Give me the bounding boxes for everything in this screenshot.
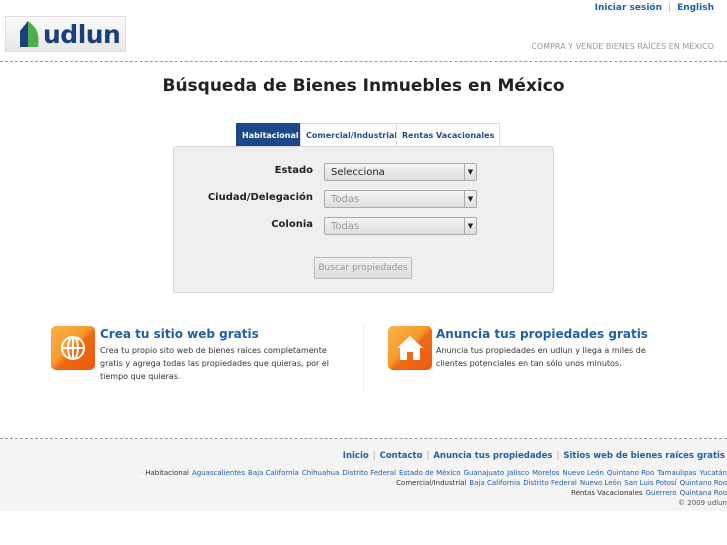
- ciudad-value: Todas: [331, 194, 360, 205]
- footer-link-contacto[interactable]: Contacto: [380, 451, 423, 461]
- footer-state-link[interactable]: Baja California: [248, 469, 299, 477]
- footer-state-link[interactable]: Morelos: [532, 469, 559, 477]
- top-links: Iniciar sesión | English: [594, 3, 714, 13]
- promo-divider: [363, 325, 364, 391]
- footer-link-inicio[interactable]: Inicio: [343, 451, 369, 461]
- rentas-label: Rentas Vacacionales: [571, 489, 643, 497]
- footer-state-link[interactable]: Nuevo León: [580, 479, 621, 487]
- footer-link-anuncia[interactable]: Anuncia tus propiedades: [433, 451, 552, 461]
- tab-comercial-industrial[interactable]: Comercial/Industrial: [300, 123, 404, 147]
- estado-select[interactable]: Selecciona ▼: [324, 163, 477, 181]
- footer-links: Inicio | Contacto | Anuncia tus propiedades |…: [342, 451, 725, 461]
- footer-state-link[interactable]: Distrito Federal: [342, 469, 396, 477]
- footer-habitacional-row: · Habitacional Aguascalientes Baja Californ…: [140, 469, 727, 477]
- search-button[interactable]: Buscar propiedades: [314, 257, 412, 279]
- logo-text: udlun: [43, 19, 121, 49]
- footer-state-link[interactable]: Quintano Roo: [680, 479, 727, 487]
- logo-house-icon: [20, 21, 39, 47]
- tab-rentas-vacacionales[interactable]: Rentas Vacacionales: [396, 123, 501, 147]
- estado-value: Selecciona: [331, 167, 385, 178]
- footer-state-link[interactable]: Quintano Roo: [607, 469, 654, 477]
- ciudad-label: Ciudad/Delegación: [207, 192, 313, 203]
- footer-state-link[interactable]: Estado de México: [399, 469, 460, 477]
- footer-state-link[interactable]: Guerrero: [646, 489, 677, 497]
- footer-state-link[interactable]: San Luis Potosí: [624, 479, 676, 487]
- chevron-down-icon: ▼: [464, 218, 476, 234]
- footer-link-sitios[interactable]: Sitios web de bienes raíces gratis: [563, 451, 725, 461]
- chevron-down-icon: ▼: [464, 191, 476, 207]
- footer-state-link[interactable]: Nuevo León: [562, 469, 603, 477]
- colonia-label: Colonia: [271, 219, 313, 230]
- promo-website-desc: Crea tu propio sito web de bienes raices…: [100, 346, 330, 381]
- login-link[interactable]: Iniciar sesión: [595, 3, 662, 13]
- footer-comercial-row: · Comercial/Industrial Baja California Dist…: [391, 479, 727, 487]
- colonia-value: Todas: [331, 221, 360, 232]
- footer-state-link[interactable]: Chihuahua: [302, 469, 340, 477]
- footer-state-link[interactable]: Quintana Roo: [680, 489, 727, 497]
- footer-state-link[interactable]: Distrito Federal: [523, 479, 577, 487]
- promo-listings-title[interactable]: Anuncia tus propiedades gratis: [436, 327, 648, 341]
- language-link[interactable]: English: [677, 3, 714, 13]
- tab-habitacional[interactable]: Habitacional: [236, 123, 305, 147]
- ciudad-select[interactable]: Todas ▼: [324, 190, 477, 208]
- header-divider: [0, 61, 727, 62]
- footer-rentas-row: · Rentas Vacacionales Guerrero Quintana Roo: [566, 489, 727, 497]
- copyright: © 2009 udlun: [678, 499, 727, 507]
- footer-state-link[interactable]: Guanajuato: [464, 469, 505, 477]
- chevron-down-icon: ▼: [464, 164, 476, 180]
- logo[interactable]: udlun: [5, 16, 126, 52]
- promo-listings-desc: Anuncia tus propiedades en udlun y llega…: [436, 346, 646, 368]
- estado-label: Estado: [274, 165, 313, 176]
- footer-state-link[interactable]: Yucatán: [699, 469, 727, 477]
- comercial-label: Comercial/Industrial: [396, 479, 467, 487]
- globe-icon[interactable]: [51, 326, 95, 370]
- page-title: Búsqueda de Bienes Inmuebles en México: [162, 76, 565, 96]
- footer-state-link[interactable]: Tamaulipas: [657, 469, 696, 477]
- house-icon[interactable]: [388, 326, 432, 370]
- habitacional-label: Habitacional: [145, 469, 189, 477]
- colonia-select[interactable]: Todas ▼: [324, 217, 477, 235]
- promo-website-title[interactable]: Crea tu sitio web gratis: [100, 327, 259, 341]
- footer-divider: [0, 438, 727, 439]
- tagline: COMPRA Y VENDE BIENES RAÍCES EN MÉXICO: [531, 42, 714, 51]
- footer-state-link[interactable]: Aguascalientes: [192, 469, 245, 477]
- footer-state-link[interactable]: Jalisco: [507, 469, 529, 477]
- footer-state-link[interactable]: Baja California: [469, 479, 520, 487]
